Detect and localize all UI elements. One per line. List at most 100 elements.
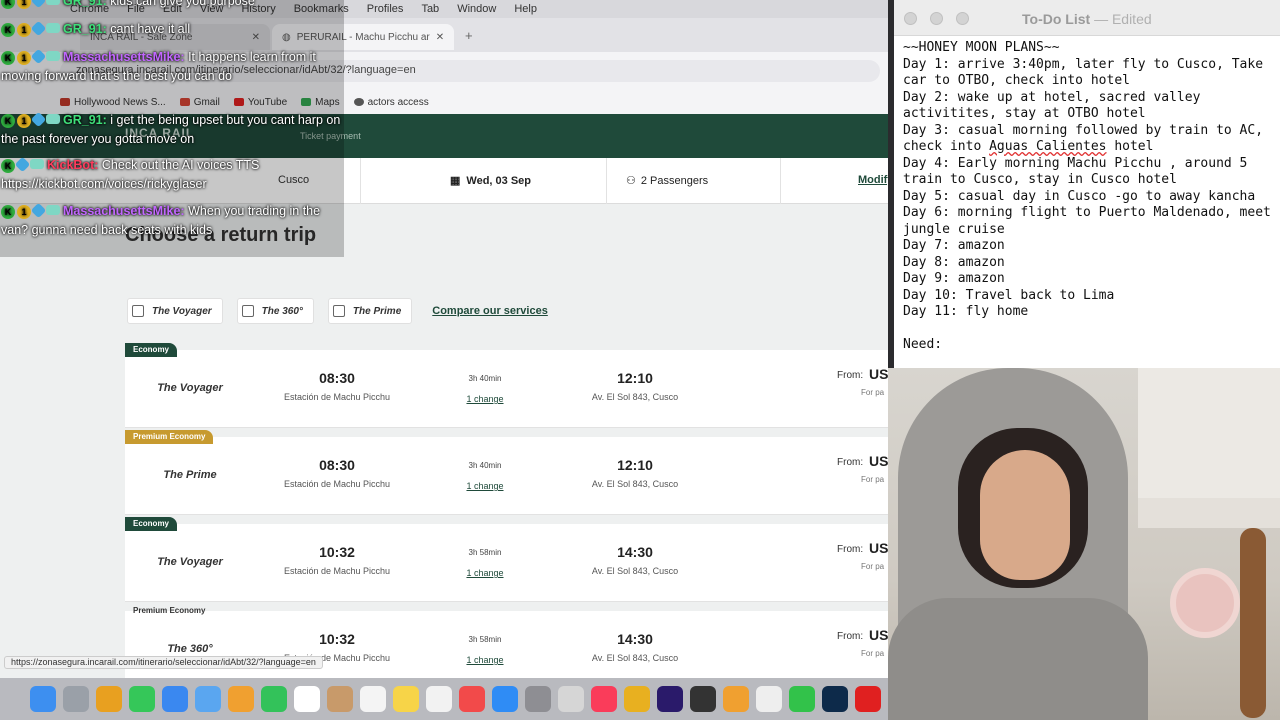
todo-line: Day 7: amazon xyxy=(903,238,1005,253)
divider xyxy=(606,158,607,204)
calendar-icon[interactable] xyxy=(294,686,320,712)
messages-icon[interactable] xyxy=(129,686,155,712)
modify-button[interactable]: Modify xyxy=(858,174,888,186)
new-tab-button[interactable]: + xyxy=(465,28,473,43)
premiere-icon[interactable] xyxy=(657,686,683,712)
contacts-icon[interactable] xyxy=(327,686,353,712)
minimize-window-button[interactable] xyxy=(930,12,943,25)
close-icon[interactable]: ✕ xyxy=(436,32,444,43)
kick-badge-icon: K xyxy=(1,158,15,173)
heart-badge-icon xyxy=(30,20,47,36)
changes-link[interactable]: 1 change xyxy=(445,655,525,665)
filter-360[interactable]: The 360° xyxy=(236,298,314,324)
changes-link[interactable]: 1 change xyxy=(445,394,525,404)
menu-item-window[interactable]: Window xyxy=(457,3,496,15)
departure-time: 08:30 xyxy=(319,457,355,473)
price-value: US xyxy=(869,540,888,556)
window-title: To-Do List — Edited xyxy=(1022,11,1152,27)
todo-line: Day 11: fly home xyxy=(903,304,1029,319)
misspelled-word: Aguas Calientes xyxy=(989,139,1107,154)
chat-username[interactable]: KickBot: xyxy=(47,158,98,172)
menu-item-profiles[interactable]: Profiles xyxy=(367,3,404,15)
filter-label: The Prime xyxy=(352,305,402,317)
filter-voyager[interactable]: The Voyager xyxy=(127,298,223,324)
bookmark-actors-access[interactable]: actors access xyxy=(353,97,429,108)
settings-icon[interactable] xyxy=(525,686,551,712)
trip-card[interactable]: Economy The Voyager 08:30 Estación de Ma… xyxy=(125,343,888,428)
chat-badge-icon xyxy=(46,204,60,215)
arrival-time: 14:30 xyxy=(617,544,653,560)
background-shelf xyxy=(1138,498,1280,528)
chat-username[interactable]: GR_91: xyxy=(63,113,107,127)
trip-card[interactable]: Premium Economy The Prime 08:30 Estación… xyxy=(125,430,888,515)
service-name: The Voyager xyxy=(157,382,223,394)
chat-message: K 1 GR_91: i get the being upset but you c… xyxy=(1,111,344,149)
filter-prime[interactable]: The Prime xyxy=(327,298,413,324)
menu-item-help[interactable]: Help xyxy=(514,3,537,15)
arrival-station: Av. El Sol 843, Cusco xyxy=(591,566,679,576)
compare-services-link[interactable]: Compare our services xyxy=(432,305,548,317)
chat-username[interactable]: MassachusettsMike: xyxy=(63,204,185,218)
departure-time: 08:30 xyxy=(319,370,355,386)
todo-line-text: hotel xyxy=(1106,139,1154,154)
menu-item-tab[interactable]: Tab xyxy=(421,3,439,15)
departure-station: Estación de Machu Picchu xyxy=(283,566,391,576)
textedit-icon[interactable] xyxy=(756,686,782,712)
mail-icon[interactable] xyxy=(162,686,188,712)
finder-icon[interactable] xyxy=(30,686,56,712)
zoom-window-button[interactable] xyxy=(956,12,969,25)
launchpad-icon[interactable] xyxy=(63,686,89,712)
todo-text-area[interactable]: ~~HONEY MOON PLANS~~ Day 1: arrive 3:40pm… xyxy=(903,40,1275,354)
appstore-icon[interactable] xyxy=(492,686,518,712)
todo-line: Day 2: wake up at hotel, sacred valley a… xyxy=(903,89,1209,122)
subscriber-badge-icon: 1 xyxy=(17,22,31,37)
todo-line: Day 9: amazon xyxy=(903,271,1005,286)
close-window-button[interactable] xyxy=(904,12,917,25)
todo-titlebar[interactable]: To-Do List — Edited xyxy=(894,0,1280,36)
news-icon[interactable] xyxy=(459,686,485,712)
chat-text: kids can give you purpose xyxy=(110,0,255,8)
heart-badge-icon xyxy=(30,111,47,127)
chat-username[interactable]: GR_91: xyxy=(63,0,107,8)
person-body xyxy=(888,598,1148,720)
date-selector[interactable]: ▦ Wed, 03 Sep xyxy=(450,174,532,188)
preview-icon[interactable] xyxy=(558,686,584,712)
divider xyxy=(780,158,781,204)
date-label: Wed, 03 Sep xyxy=(466,174,532,187)
todo-line: Day 10: Travel back to Lima xyxy=(903,287,1115,303)
music-icon[interactable] xyxy=(591,686,617,712)
reminders-icon[interactable] xyxy=(360,686,386,712)
acrobat-icon[interactable] xyxy=(855,686,881,712)
todo-window: To-Do List — Edited ~~HONEY MOON PLANS~~… xyxy=(894,0,1280,368)
checkbox[interactable] xyxy=(132,305,144,317)
price-value: USD xyxy=(869,366,888,382)
photos-icon[interactable] xyxy=(228,686,254,712)
facetime-icon[interactable] xyxy=(261,686,287,712)
pencil-icon[interactable] xyxy=(723,686,749,712)
person-face xyxy=(980,450,1070,580)
piano-icon[interactable] xyxy=(690,686,716,712)
calendar-icon: ▦ xyxy=(450,175,461,187)
game-icon[interactable] xyxy=(624,686,650,712)
chat-username[interactable]: MassachusettsMike: xyxy=(63,50,185,64)
globe-icon xyxy=(353,98,364,106)
checkbox[interactable] xyxy=(241,305,254,317)
freeform-icon[interactable] xyxy=(426,686,452,712)
arrival-station: Av. El Sol 843, Cusco xyxy=(591,479,679,489)
photoshop-icon[interactable] xyxy=(822,686,848,712)
chat-username[interactable]: GR_91: xyxy=(63,22,107,36)
checkbox[interactable] xyxy=(332,305,345,317)
changes-link[interactable]: 1 change xyxy=(445,481,525,491)
notes-icon[interactable] xyxy=(393,686,419,712)
service-name: The Voyager xyxy=(157,556,223,568)
chat-message: K 1 GR_91: cant have it all xyxy=(1,20,344,39)
departure-time: 10:32 xyxy=(319,631,355,647)
passengers-selector[interactable]: ⚇ 2 Passengers xyxy=(626,174,708,188)
app-store-icon[interactable] xyxy=(195,686,221,712)
todo-line: Day 3: casual morning followed by train … xyxy=(903,123,1275,156)
chrome-icon[interactable] xyxy=(96,686,122,712)
trip-duration: 3h 58min xyxy=(468,548,502,557)
changes-link[interactable]: 1 change xyxy=(445,568,525,578)
trip-card[interactable]: Economy The Voyager 10:32 Estación de Ma… xyxy=(125,517,888,602)
numbers-icon[interactable] xyxy=(789,686,815,712)
